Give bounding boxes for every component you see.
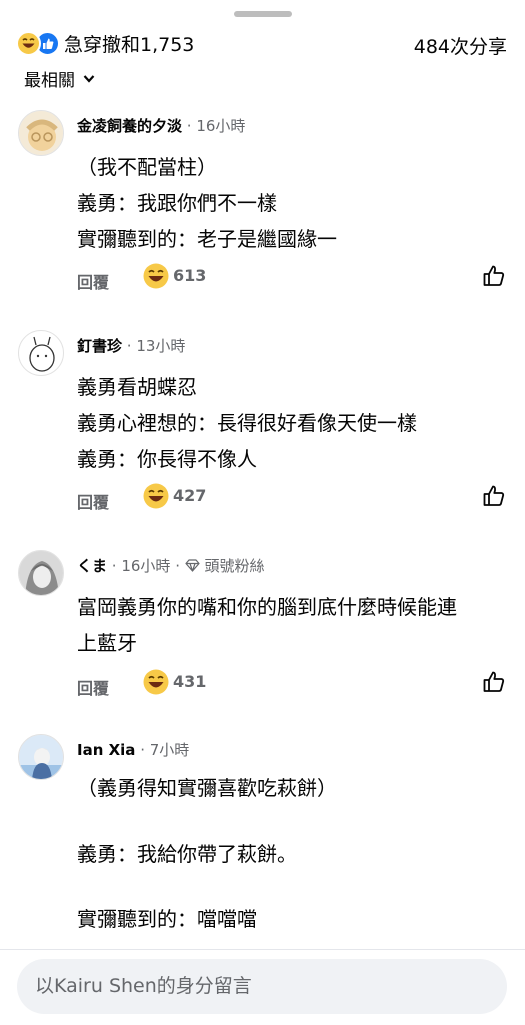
comment-text-line: 義勇：我給你帶了萩餅。: [77, 842, 297, 866]
comment-text-line: 義勇看胡蝶忍: [77, 375, 197, 399]
reaction-summary-bar: 急穿撤和1,753 484次分享: [0, 26, 525, 62]
comment-text-line: 富岡義勇你的嘴和你的腦到底什麼時候能連: [77, 595, 457, 619]
avatar[interactable]: [18, 330, 64, 376]
author-name[interactable]: 釘書珍: [77, 337, 122, 355]
reply-button[interactable]: 回覆: [77, 489, 109, 513]
reaction-summary[interactable]: 急穿撤和1,753: [16, 30, 194, 57]
comment-text-line: 實彌聽到的：噹噹噹: [77, 907, 257, 931]
comment-text-line: 義勇：我跟你們不一樣: [77, 191, 277, 215]
reaction-count[interactable]: 431: [173, 672, 206, 691]
haha-reaction-icon[interactable]: [143, 669, 169, 695]
reaction-count[interactable]: 613: [173, 266, 206, 285]
like-icon[interactable]: [481, 263, 507, 289]
reply-button[interactable]: 回覆: [77, 675, 109, 699]
comment-text-line: 義勇心裡想的：長得很好看像天使一樣: [77, 411, 417, 435]
avatar[interactable]: [18, 550, 64, 596]
share-count[interactable]: 484次分享: [414, 32, 507, 59]
comment-meta: 釘書珍 · 13小時: [77, 335, 185, 356]
drag-handle[interactable]: [234, 11, 292, 17]
sort-dropdown[interactable]: 最相關: [24, 66, 95, 91]
comment-input[interactable]: 以Kairu Shen的身分留言: [17, 959, 507, 1014]
badge-label: 頭號粉絲: [204, 557, 265, 575]
like-icon[interactable]: [481, 669, 507, 695]
comment-meta: くま · 16小時 · 頭號粉絲: [77, 555, 265, 576]
avatar[interactable]: [18, 734, 64, 780]
reply-button[interactable]: 回覆: [77, 269, 109, 293]
comment-time: · 16小時: [186, 117, 246, 135]
author-name[interactable]: Ian Xia: [77, 741, 135, 759]
comment-text-line: （我不配當柱）: [77, 155, 217, 179]
comment-time: · 7小時: [140, 741, 190, 759]
sort-label: 最相關: [24, 71, 75, 91]
comment-actions: 回覆 427: [77, 483, 507, 513]
comment-text-line: 義勇：你長得不像人: [77, 447, 257, 471]
comment-actions: 回覆 613: [77, 263, 507, 293]
comment-meta: Ian Xia · 7小時: [77, 739, 189, 760]
haha-reaction-icon: [16, 31, 41, 56]
comment-composer: 以Kairu Shen的身分留言: [0, 949, 525, 1025]
author-name[interactable]: 金凌飼養的夕淡: [77, 117, 182, 135]
chevron-down-icon: [83, 74, 95, 83]
comment-time: · 13小時: [126, 337, 186, 355]
author-name[interactable]: くま: [77, 557, 107, 575]
diamond-icon: [185, 559, 200, 572]
top-fan-badge: 頭號粉絲: [185, 557, 265, 575]
comment-text-line: 實彌聽到的：老子是繼國緣一: [77, 227, 337, 251]
comment-time: · 16小時 ·: [111, 557, 180, 575]
comment-actions: 回覆 431: [77, 669, 507, 699]
comment-text-line: 上藍牙: [77, 631, 137, 655]
like-icon[interactable]: [481, 483, 507, 509]
reaction-count[interactable]: 427: [173, 486, 206, 505]
haha-reaction-icon[interactable]: [143, 263, 169, 289]
comment-meta: 金凌飼養的夕淡 · 16小時: [77, 115, 245, 136]
comment-text-line: （義勇得知實彌喜歡吃萩餅）: [77, 776, 337, 800]
avatar[interactable]: [18, 110, 64, 156]
reaction-count: 急穿撤和1,753: [64, 34, 195, 56]
haha-reaction-icon[interactable]: [143, 483, 169, 509]
